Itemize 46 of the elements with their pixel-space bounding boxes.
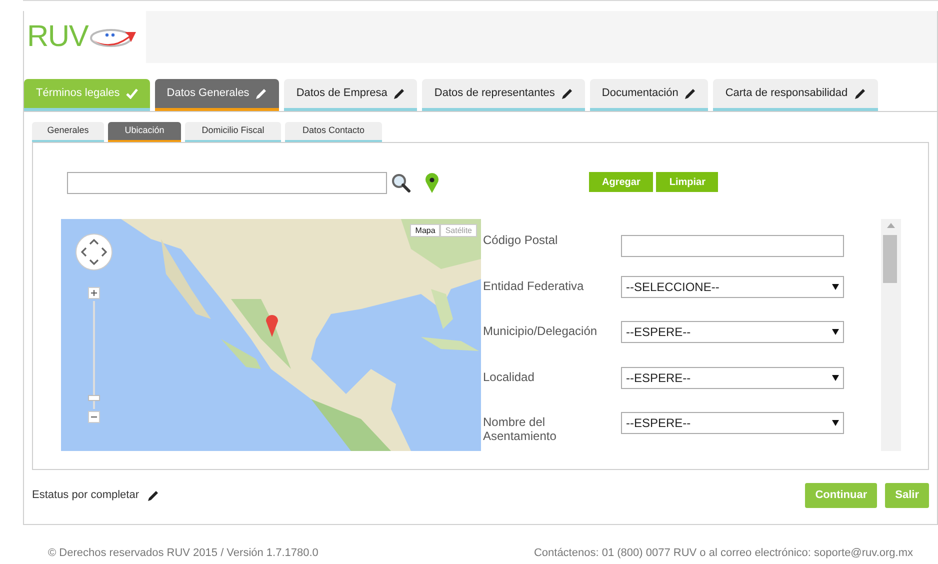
main-tab[interactable]: Datos de Empresa [284,79,418,111]
check-icon [126,88,138,99]
pencil-icon [560,88,573,100]
swoosh-arrow-icon [89,26,138,48]
dropdown[interactable]: --ESPERE-- [621,412,844,434]
field-label: Entidad Federativa [483,278,585,292]
zoom-slider-track[interactable] [88,301,100,409]
main-tab[interactable]: Datos Generales [154,79,280,111]
pencil-icon [854,88,866,100]
field-label: Nombre del Asentamiento [483,414,558,443]
pencil-icon [684,88,696,100]
dropdown[interactable]: --ESPERE-- [621,321,844,343]
status-text: Estatus por completar [32,488,139,504]
scroll-up-arrow-icon[interactable] [887,223,895,228]
sub-tab[interactable]: Domicilio Fiscal [185,122,281,142]
postal-code-field[interactable] [621,235,844,257]
map-type-button[interactable]: Mapa [410,224,440,237]
sub-tab[interactable]: Generales [32,122,104,142]
main-tab[interactable]: Carta de responsabilidad [713,79,878,111]
scrollbar[interactable] [881,219,901,451]
pan-control-icon[interactable] [75,233,113,271]
zoom-in-button[interactable] [88,287,100,299]
sub-tab[interactable]: Datos Contacto [285,122,382,142]
pencil-icon [255,88,268,100]
logo-text: RUV [27,22,88,52]
pencil-icon [147,490,159,502]
dropdown[interactable]: --ESPERE-- [621,366,844,388]
map-pin-icon[interactable] [425,173,439,193]
zoom-slider-thumb[interactable] [88,395,100,401]
search-icon[interactable] [391,173,411,193]
copyright-text: © Derechos reservados RUV 2015 / Versión 1.7.1780.0 [48,546,318,561]
field-label: Código Postal [483,232,559,247]
zoom-out-button[interactable] [88,411,100,423]
pencil-icon [393,88,406,100]
address-search-field[interactable] [67,172,387,194]
sub-tab[interactable]: Ubicación [108,122,181,142]
contact-text: Contáctenos: 01 (800) 0077 RUV o al correo electrónico: soporte@ruv.org.mx [534,546,913,561]
scrollbar-thumb[interactable] [883,235,897,283]
caret-icon [832,374,839,380]
dropdown[interactable]: --SELECCIONE-- [621,276,844,298]
main-tab[interactable]: Documentación [590,79,708,111]
caret-icon [832,284,839,290]
caret-icon [832,420,839,426]
caret-icon [832,329,839,335]
field-label: Localidad [483,368,536,384]
main-tab[interactable]: Datos de representantes [422,79,585,111]
